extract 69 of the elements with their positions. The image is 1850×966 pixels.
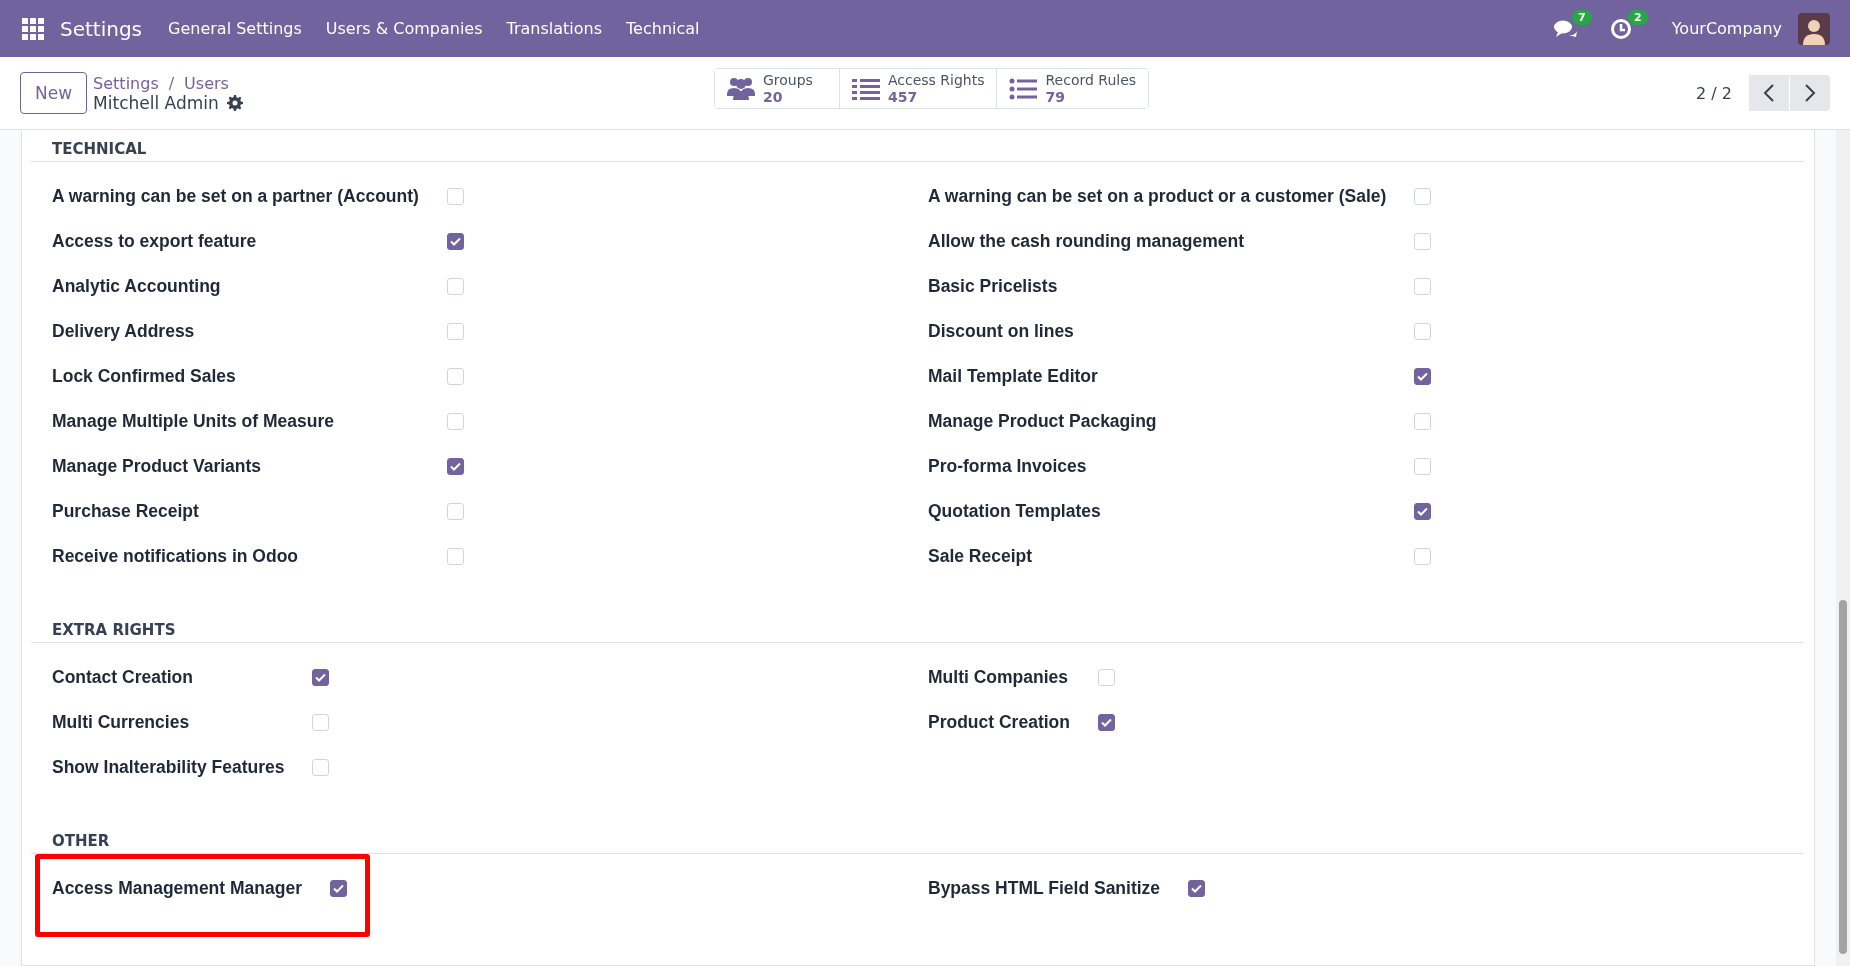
breadcrumb-link[interactable]: Settings (93, 73, 159, 93)
field-label: Receive notifications in Odoo (52, 546, 299, 567)
field-label: Contact Creation (52, 667, 194, 688)
breadcrumb-separator-icon: / (168, 73, 175, 93)
new-button[interactable]: New (20, 72, 88, 114)
message-count: 7 (1572, 9, 1592, 25)
checkbox[interactable] (1188, 880, 1206, 897)
field-label: Show Inalterability Features (52, 757, 285, 778)
checkmark-icon (1417, 507, 1429, 516)
menu-item[interactable]: General Settings (168, 19, 302, 38)
app-grid-icon[interactable] (22, 17, 44, 40)
field-label: Mail Template Editor (928, 366, 1099, 387)
clock-icon[interactable] (1609, 17, 1632, 40)
activity-count: 2 (1628, 9, 1648, 25)
field-label: A warning can be set on a partner (Account) (52, 186, 419, 207)
previous-button[interactable] (1749, 75, 1789, 111)
field-label: Basic Pricelists (928, 276, 1059, 297)
checkbox[interactable] (446, 458, 464, 475)
checkmark-icon (1100, 718, 1112, 727)
field-label: Bypass HTML Field Sanitize (928, 878, 1161, 899)
field-label: Analytic Accounting (52, 276, 222, 297)
section-heading: TECHNICAL (31, 130, 1804, 162)
checkbox[interactable] (446, 233, 464, 250)
settings-icon[interactable] (226, 94, 243, 111)
section-heading: OTHER (31, 822, 1804, 854)
field-label: Product Creation (928, 712, 1070, 733)
field-label: Pro-forma Invoices (928, 456, 1088, 477)
field-label: Delivery Address (52, 321, 196, 342)
menu-item[interactable]: Technical (626, 19, 700, 38)
checkmark-icon (332, 884, 344, 893)
checkbox[interactable] (1414, 368, 1432, 385)
checkmark-icon (315, 673, 327, 682)
field-label: Discount on lines (928, 321, 1075, 342)
next-button[interactable] (1790, 75, 1830, 111)
group-icon (727, 75, 755, 102)
menu-item[interactable]: Translations (506, 19, 603, 38)
field-label: Multi Companies (928, 667, 1069, 688)
checkmark-icon (1191, 884, 1203, 893)
record-title: Mitchell Admin (93, 92, 219, 113)
checkmark-icon (1417, 372, 1429, 381)
field-label: Sale Receipt (928, 546, 1034, 567)
field-label: Multi Currencies (52, 712, 191, 733)
chevron-left-icon (1763, 84, 1775, 102)
checkmark-icon (449, 462, 461, 471)
checkmark-icon (449, 237, 461, 246)
field-label: Manage Multiple Units of Measure (52, 411, 335, 432)
checkbox[interactable] (1414, 503, 1432, 520)
checkbox[interactable] (329, 880, 347, 897)
field-label: Purchase Receipt (52, 501, 200, 522)
pager-counter: 2 / 2 (1696, 83, 1732, 103)
breadcrumb-link[interactable]: Users (184, 73, 229, 93)
field-label: Manage Product Packaging (928, 411, 1158, 432)
field-label: Manage Product Variants (52, 456, 263, 477)
field-label: Quotation Templates (928, 501, 1102, 522)
field-label: Lock Confirmed Sales (52, 366, 237, 387)
chat-icon[interactable] (1553, 18, 1578, 39)
section-heading: EXTRA RIGHTS (31, 611, 1804, 643)
company-name[interactable]: YourCompany (1671, 19, 1782, 38)
app-name[interactable]: Settings (60, 16, 143, 41)
checkbox[interactable] (312, 669, 330, 686)
field-label: Access to export feature (52, 231, 258, 252)
field-label: Allow the cash rounding management (928, 231, 1245, 252)
menu-item[interactable]: Users & Companies (325, 19, 483, 38)
field-label: A warning can be set on a product or a customer (Sale) (928, 186, 1387, 207)
smart-button[interactable]: Record Rules 79 (996, 69, 1149, 108)
field-label: Access Management Manager (52, 878, 302, 899)
chevron-right-icon (1804, 84, 1816, 102)
avatar-icon[interactable] (1798, 12, 1830, 45)
checkbox[interactable] (1097, 714, 1115, 731)
